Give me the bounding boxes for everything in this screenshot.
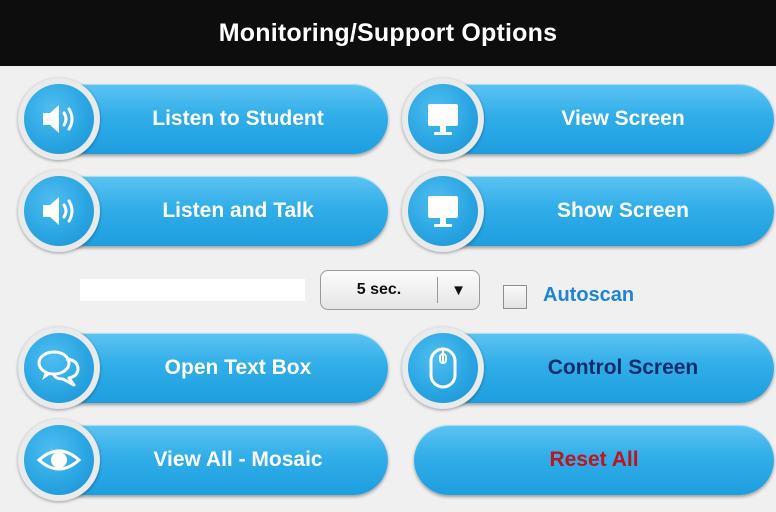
view-screen-label: View Screen: [561, 107, 685, 130]
eye-icon: [36, 449, 82, 471]
monitoring-support-panel: Monitoring/Support Options Listen to Stu…: [0, 0, 776, 512]
speaker-icon: [43, 105, 74, 133]
chat-bubbles-icon: [37, 350, 80, 387]
view-all-mosaic-icon-disc[interactable]: [18, 419, 100, 501]
autoscan-interval-select[interactable]: 5 sec. ▼: [320, 270, 480, 310]
control-screen-icon-disc[interactable]: [402, 327, 484, 409]
monitor-icon: [428, 196, 458, 227]
open-text-box-icon-disc[interactable]: [18, 327, 100, 409]
show-screen-icon-disc[interactable]: [402, 170, 484, 252]
view-all-mosaic-label: View All - Mosaic: [153, 448, 323, 471]
view-screen-icon-disc[interactable]: [402, 78, 484, 160]
listen-and-talk-label: Listen and Talk: [162, 199, 314, 222]
control-screen-label: Control Screen: [547, 356, 699, 379]
listen-and-talk-icon-disc[interactable]: [18, 170, 100, 252]
open-text-box-label: Open Text Box: [164, 356, 312, 379]
autoscan-label[interactable]: Autoscan: [543, 284, 634, 307]
autoscan-checkbox[interactable]: [503, 285, 527, 309]
mouse-icon: [429, 347, 457, 389]
listen-to-student-label: Listen to Student: [152, 107, 324, 130]
autoscan-slider-track[interactable]: [80, 279, 305, 301]
dropdown-arrow-icon[interactable]: ▼: [438, 282, 479, 299]
reset-all-label: Reset All: [549, 448, 639, 471]
speaker-icon: [43, 197, 74, 225]
panel-title: Monitoring/Support Options: [0, 0, 776, 66]
listen-to-student-icon-disc[interactable]: [18, 78, 100, 160]
reset-all-button[interactable]: Reset All: [414, 425, 774, 495]
autoscan-interval-value: 5 sec.: [356, 281, 402, 298]
monitor-icon: [428, 104, 458, 135]
show-screen-label: Show Screen: [557, 199, 689, 222]
